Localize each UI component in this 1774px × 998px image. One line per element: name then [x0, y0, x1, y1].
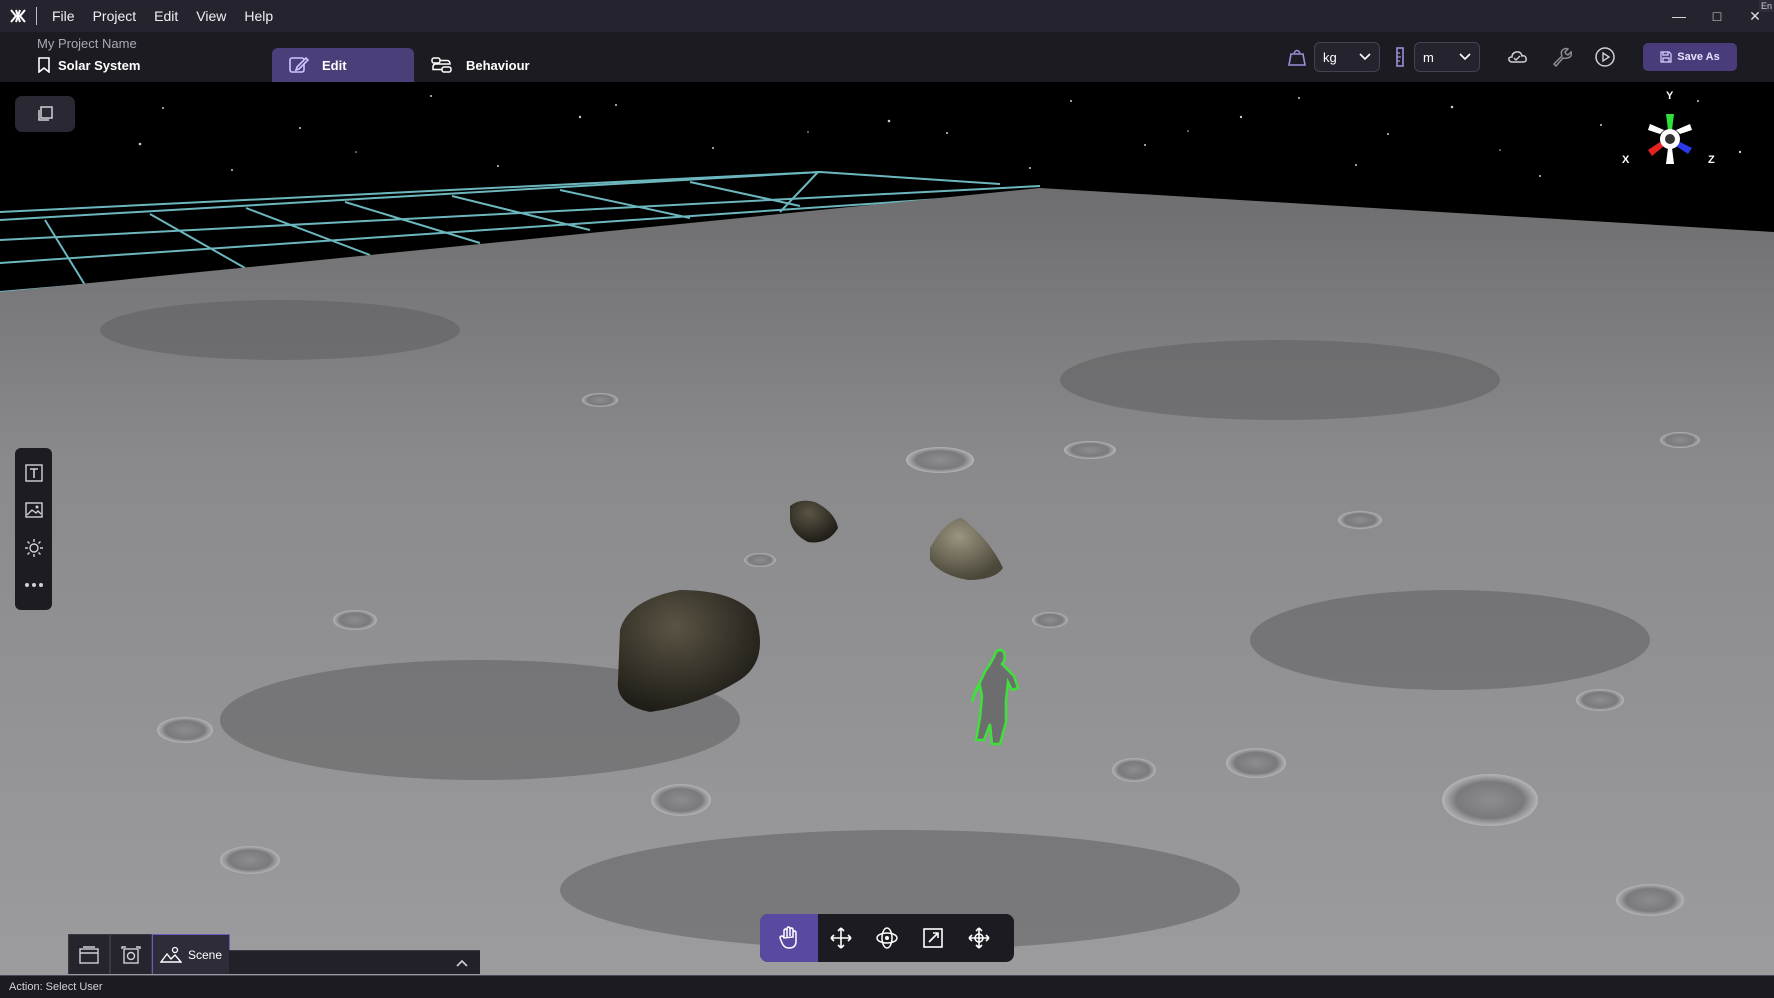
layers-button[interactable]: [15, 96, 75, 132]
length-unit-value: m: [1423, 49, 1434, 65]
app-window: File Project Edit View Help — □ ✕ En My …: [0, 0, 1774, 998]
objects-icon: [121, 945, 141, 964]
pan-hand-icon[interactable]: [760, 914, 818, 962]
gizmo-z-label: Z: [1708, 154, 1715, 166]
scene-icon: [159, 946, 182, 963]
ruler-icon: [1396, 47, 1404, 67]
move-icon[interactable]: [818, 914, 864, 962]
text-tool-icon[interactable]: [21, 460, 47, 486]
gizmo-x-label: X: [1622, 154, 1630, 166]
mass-unit-select[interactable]: kg: [1314, 42, 1380, 72]
menu-help[interactable]: Help: [235, 8, 282, 24]
menu-view[interactable]: View: [187, 8, 235, 24]
maximize-icon[interactable]: □: [1698, 0, 1736, 32]
app-logo-icon: [0, 0, 36, 32]
project-name: My Project Name: [37, 36, 137, 51]
chevron-down-icon: [1359, 53, 1371, 61]
left-tool-strip: [15, 448, 52, 610]
mass-unit-group: kg: [1286, 42, 1380, 72]
gizmo-y-label: Y: [1666, 90, 1674, 102]
play-button[interactable]: [1594, 42, 1616, 72]
scene-viewport[interactable]: Y X Z: [0, 82, 1774, 975]
tab-assets[interactable]: [68, 934, 110, 974]
scene-selector[interactable]: Solar System: [38, 57, 140, 73]
length-unit-select[interactable]: m: [1414, 42, 1480, 72]
behaviour-icon: [431, 57, 452, 73]
tab-scene[interactable]: Scene: [152, 934, 230, 974]
minimize-icon[interactable]: —: [1660, 0, 1698, 32]
top-toolbar: My Project Name Solar System Edit Behavi…: [0, 32, 1774, 82]
scene-render: [0, 82, 1774, 975]
save-icon: [1660, 51, 1672, 63]
wrench-icon: [1552, 47, 1572, 68]
chevron-down-icon: [1459, 53, 1471, 61]
menu-file[interactable]: File: [43, 8, 84, 24]
tab-scene-label: Scene: [187, 947, 223, 962]
transform-all-icon[interactable]: [956, 914, 1002, 962]
gizmo-icon: [1648, 114, 1692, 164]
tab-objects[interactable]: [110, 934, 152, 974]
tab-behaviour-label: Behaviour: [466, 57, 530, 73]
axis-gizmo[interactable]: Y X Z: [1620, 90, 1720, 190]
transform-toolbar: [760, 914, 1014, 962]
menu-project[interactable]: Project: [84, 8, 146, 24]
status-bar: Action: Select User: [0, 975, 1774, 998]
chevron-up-icon: [456, 959, 468, 967]
weight-icon: [1288, 49, 1306, 66]
mass-unit-value: kg: [1323, 49, 1337, 65]
bookmark-icon: [38, 57, 50, 73]
status-text: Action: Select User: [9, 981, 103, 993]
language-tag: En: [1758, 0, 1774, 12]
length-unit-group: m: [1394, 42, 1480, 72]
window-controls: — □ ✕: [1660, 0, 1774, 32]
tab-behaviour[interactable]: Behaviour: [414, 48, 554, 82]
menu-separator: [36, 7, 37, 25]
light-tool-icon[interactable]: [21, 535, 47, 561]
edit-icon: [289, 56, 310, 73]
menu-bar: File Project Edit View Help — □ ✕ En: [0, 0, 1774, 32]
play-icon: [1595, 47, 1615, 67]
tab-edit[interactable]: Edit: [272, 48, 414, 82]
tab-edit-label: Edit: [322, 57, 347, 73]
scene-name-label: Solar System: [58, 57, 141, 73]
bottom-panel-tabs: Scene: [68, 934, 230, 974]
assets-icon: [79, 945, 99, 964]
menu-edit[interactable]: Edit: [145, 8, 187, 24]
panel-expand-bar[interactable]: [229, 950, 480, 974]
cloud-button[interactable]: [1506, 42, 1528, 72]
scale-icon[interactable]: [910, 914, 956, 962]
rotate-icon[interactable]: [864, 914, 910, 962]
copy-icon: [38, 106, 53, 121]
save-as-button[interactable]: Save As: [1643, 43, 1737, 71]
tools-button[interactable]: [1550, 42, 1572, 72]
more-icon[interactable]: [21, 572, 47, 598]
cloud-icon: [1508, 51, 1527, 63]
save-as-label: Save As: [1677, 51, 1720, 63]
image-tool-icon[interactable]: [21, 497, 47, 523]
